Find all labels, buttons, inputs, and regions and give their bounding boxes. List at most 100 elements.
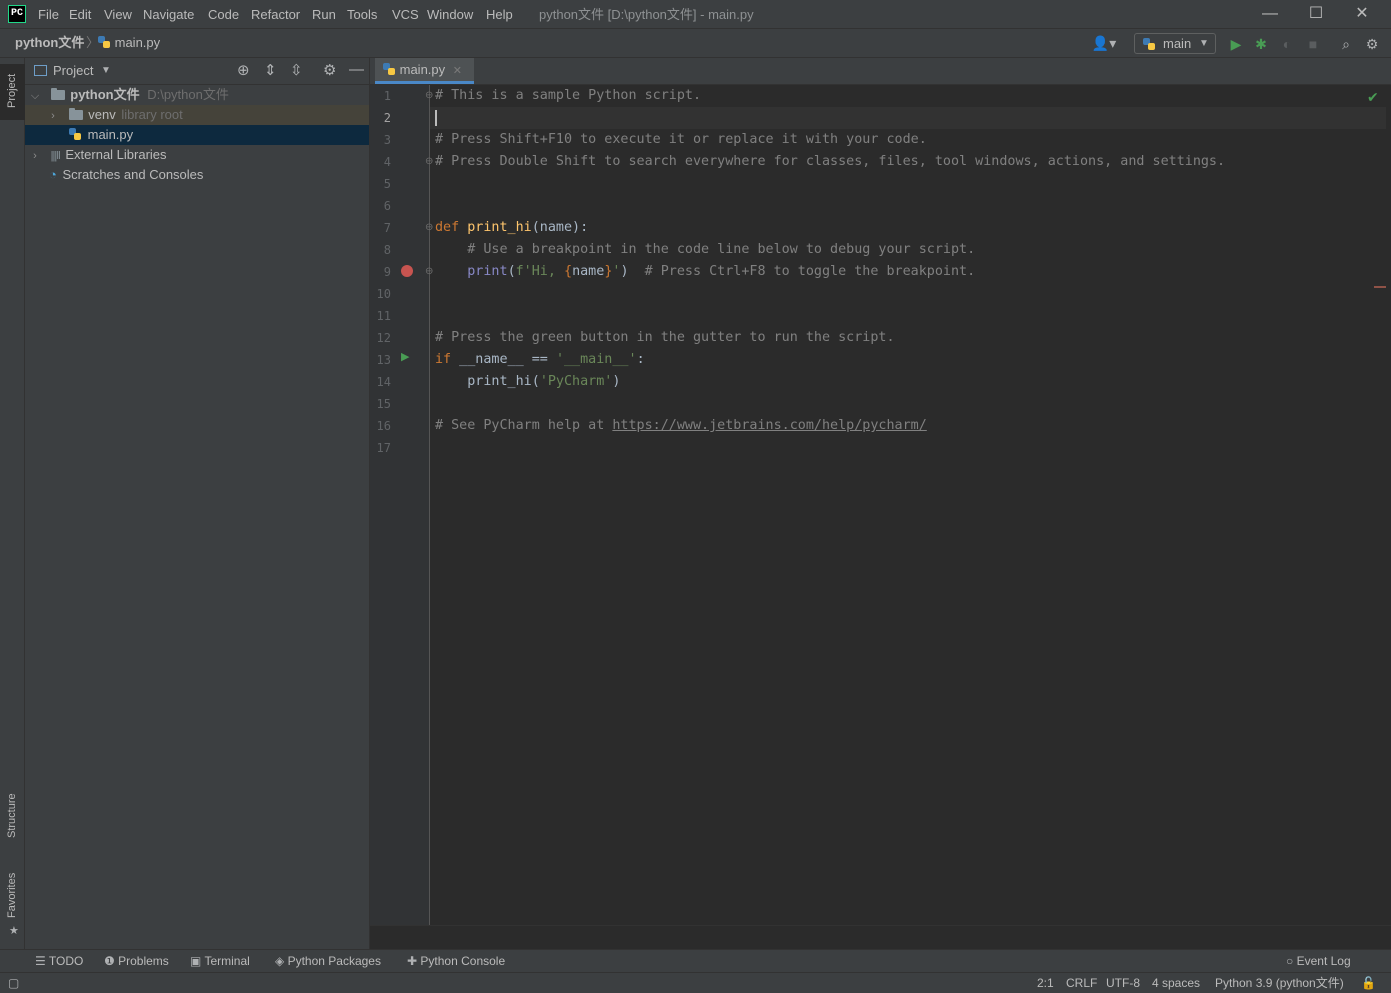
python-interpreter[interactable]: Python 3.9 (python文件) bbox=[1215, 973, 1344, 993]
left-tool-stripe: Project Structure Favorites ★ bbox=[0, 58, 25, 949]
inspection-ok-check-icon[interactable]: ✔ bbox=[1367, 89, 1379, 106]
code-comment: # Press Shift+F10 to execute it or repla… bbox=[435, 132, 927, 147]
hide-panel-icon[interactable]: — bbox=[349, 61, 364, 78]
code-line-4: # Press Double Shift to search everywher… bbox=[435, 151, 1225, 173]
todo-tab[interactable]: ☰ TODO bbox=[35, 950, 83, 972]
title-bar: PC File Edit View Navigate Code Refactor… bbox=[0, 0, 1391, 28]
code-line-12: # Press the green button in the gutter t… bbox=[435, 327, 895, 349]
chevron-down-icon[interactable]: ▼ bbox=[101, 63, 111, 79]
code-keyword: def bbox=[435, 220, 460, 235]
line-number: 10 bbox=[376, 287, 391, 301]
tree-item-project-root[interactable]: ⌵ python文件 D:\python文件 bbox=[25, 85, 369, 105]
line-number: 17 bbox=[376, 441, 391, 455]
star-icon: ★ bbox=[9, 925, 19, 937]
chevron-right-icon[interactable]: › bbox=[25, 146, 41, 166]
python-icon bbox=[1143, 38, 1156, 51]
menu-edit[interactable]: Edit bbox=[69, 6, 91, 24]
breakpoint-icon[interactable] bbox=[401, 265, 413, 277]
line-number: 2 bbox=[383, 111, 391, 125]
code-line-1: # This is a sample Python script. bbox=[435, 85, 701, 107]
menu-window[interactable]: Window bbox=[427, 6, 473, 24]
toggle-tool-windows-icon[interactable]: ▢ bbox=[8, 973, 19, 993]
lock-icon[interactable]: 🔓 bbox=[1361, 973, 1376, 993]
code-string: 'PyCharm' bbox=[539, 374, 613, 389]
python-packages-tab-label: Python Packages bbox=[287, 954, 381, 968]
code-line-16: # See PyCharm help at https://www.jetbra… bbox=[435, 415, 927, 437]
menu-run[interactable]: Run bbox=[312, 6, 336, 24]
maximize-button[interactable]: ☐ bbox=[1293, 0, 1339, 28]
line-number: 4 bbox=[383, 155, 391, 169]
code-help-link[interactable]: https://www.jetbrains.com/help/pycharm/ bbox=[612, 418, 926, 433]
panel-settings-gear-icon[interactable]: ⚙ bbox=[323, 61, 336, 79]
project-tool-tab[interactable]: Project bbox=[0, 64, 25, 120]
code-text: name bbox=[572, 264, 605, 279]
python-packages-tab[interactable]: ◈ Python Packages bbox=[275, 950, 381, 972]
file-encoding[interactable]: UTF-8 bbox=[1106, 973, 1140, 993]
close-button[interactable]: ✕ bbox=[1339, 0, 1385, 28]
python-console-tab[interactable]: ✚ Python Console bbox=[407, 950, 505, 972]
problems-tab[interactable]: ❶ Problems bbox=[104, 950, 169, 972]
expand-all-icon[interactable]: ⇕ bbox=[264, 61, 277, 79]
code-comment: # Use a breakpoint in the code line belo… bbox=[467, 242, 976, 257]
terminal-tab[interactable]: ▣ Terminal bbox=[190, 950, 250, 972]
tree-external-libraries-label: External Libraries bbox=[65, 147, 167, 162]
tree-item-external-libraries[interactable]: › |||‖ External Libraries bbox=[25, 145, 369, 165]
menu-code[interactable]: Code bbox=[208, 6, 239, 24]
folder-icon bbox=[68, 108, 83, 120]
line-separator[interactable]: CRLF bbox=[1066, 973, 1097, 993]
event-log-tab[interactable]: ○ Event Log bbox=[1286, 950, 1351, 972]
tree-item-scratches[interactable]: ◔ Scratches and Consoles bbox=[25, 165, 369, 185]
tree-item-main-py[interactable]: main.py bbox=[25, 125, 369, 145]
favorites-tool-tab[interactable]: Favorites ★ bbox=[0, 870, 25, 942]
tree-venv-hint: library root bbox=[121, 107, 183, 122]
caret-position[interactable]: 2:1 bbox=[1037, 973, 1054, 993]
line-number: 14 bbox=[376, 375, 391, 389]
debug-icon[interactable]: ✱ bbox=[1252, 35, 1270, 53]
locate-file-icon[interactable]: ⊕ bbox=[237, 61, 250, 79]
project-view-label[interactable]: Project bbox=[53, 63, 93, 79]
breakpoint-scroll-marker[interactable] bbox=[1374, 286, 1386, 288]
line-number: 6 bbox=[383, 199, 391, 213]
folder-icon bbox=[50, 88, 65, 100]
line-number: 9 bbox=[383, 265, 391, 279]
line-number: 15 bbox=[376, 397, 391, 411]
user-account-icon[interactable]: 👤▾ bbox=[1090, 34, 1118, 52]
python-file-icon bbox=[383, 63, 396, 76]
minimize-button[interactable]: — bbox=[1247, 0, 1293, 28]
run-icon[interactable]: ▶ bbox=[1227, 35, 1245, 53]
menu-help[interactable]: Help bbox=[486, 6, 513, 24]
navigation-bar: python文件 〉 main.py 👤▾ main ▼ ▶ ✱ ◐ ■ ⌕ ⚙ bbox=[0, 28, 1391, 58]
breadcrumb-file[interactable]: main.py bbox=[98, 35, 160, 51]
run-configuration-select[interactable]: main ▼ bbox=[1134, 33, 1216, 54]
collapse-all-icon[interactable]: ⇳ bbox=[290, 61, 303, 79]
coverage-icon[interactable]: ◐ bbox=[1278, 35, 1296, 53]
structure-tool-tab[interactable]: Structure bbox=[0, 790, 25, 856]
breadcrumb-project[interactable]: python文件 bbox=[15, 35, 84, 51]
python-file-icon bbox=[69, 128, 82, 141]
menu-view[interactable]: View bbox=[104, 6, 132, 24]
editor-bottom-area bbox=[370, 925, 1391, 949]
stop-icon[interactable]: ■ bbox=[1304, 35, 1322, 53]
menu-vcs[interactable]: VCS bbox=[392, 6, 419, 24]
menu-refactor[interactable]: Refactor bbox=[251, 6, 300, 24]
tree-item-venv[interactable]: › venv library root bbox=[25, 105, 369, 125]
close-tab-icon[interactable]: ✕ bbox=[453, 65, 462, 77]
chevron-right-icon[interactable]: › bbox=[25, 106, 59, 126]
indent-setting[interactable]: 4 spaces bbox=[1152, 973, 1200, 993]
project-panel: Project ▼ ⊕ ⇕ ⇳ ⚙ — ⌵ python文件 D:\python… bbox=[25, 58, 370, 949]
chevron-down-icon[interactable]: ⌵ bbox=[25, 86, 41, 106]
breadcrumb-file-label: main.py bbox=[114, 35, 161, 50]
settings-gear-icon[interactable]: ⚙ bbox=[1363, 35, 1381, 53]
editor-tab-main-py[interactable]: main.py ✕ bbox=[375, 58, 474, 84]
run-gutter-icon[interactable]: ▶ bbox=[401, 350, 409, 363]
code-text: : bbox=[636, 352, 645, 367]
code-string: '__main__' bbox=[555, 352, 637, 367]
search-icon[interactable]: ⌕ bbox=[1337, 35, 1355, 53]
code-text: print_hi( bbox=[467, 374, 540, 389]
editor-scrollbar[interactable] bbox=[1386, 85, 1391, 925]
menu-navigate[interactable]: Navigate bbox=[143, 6, 194, 24]
menu-tools[interactable]: Tools bbox=[347, 6, 377, 24]
line-number: 7 bbox=[383, 221, 391, 235]
code-lines: # This is a sample Python script. # Pres… bbox=[430, 85, 1385, 485]
menu-file[interactable]: File bbox=[38, 6, 59, 24]
